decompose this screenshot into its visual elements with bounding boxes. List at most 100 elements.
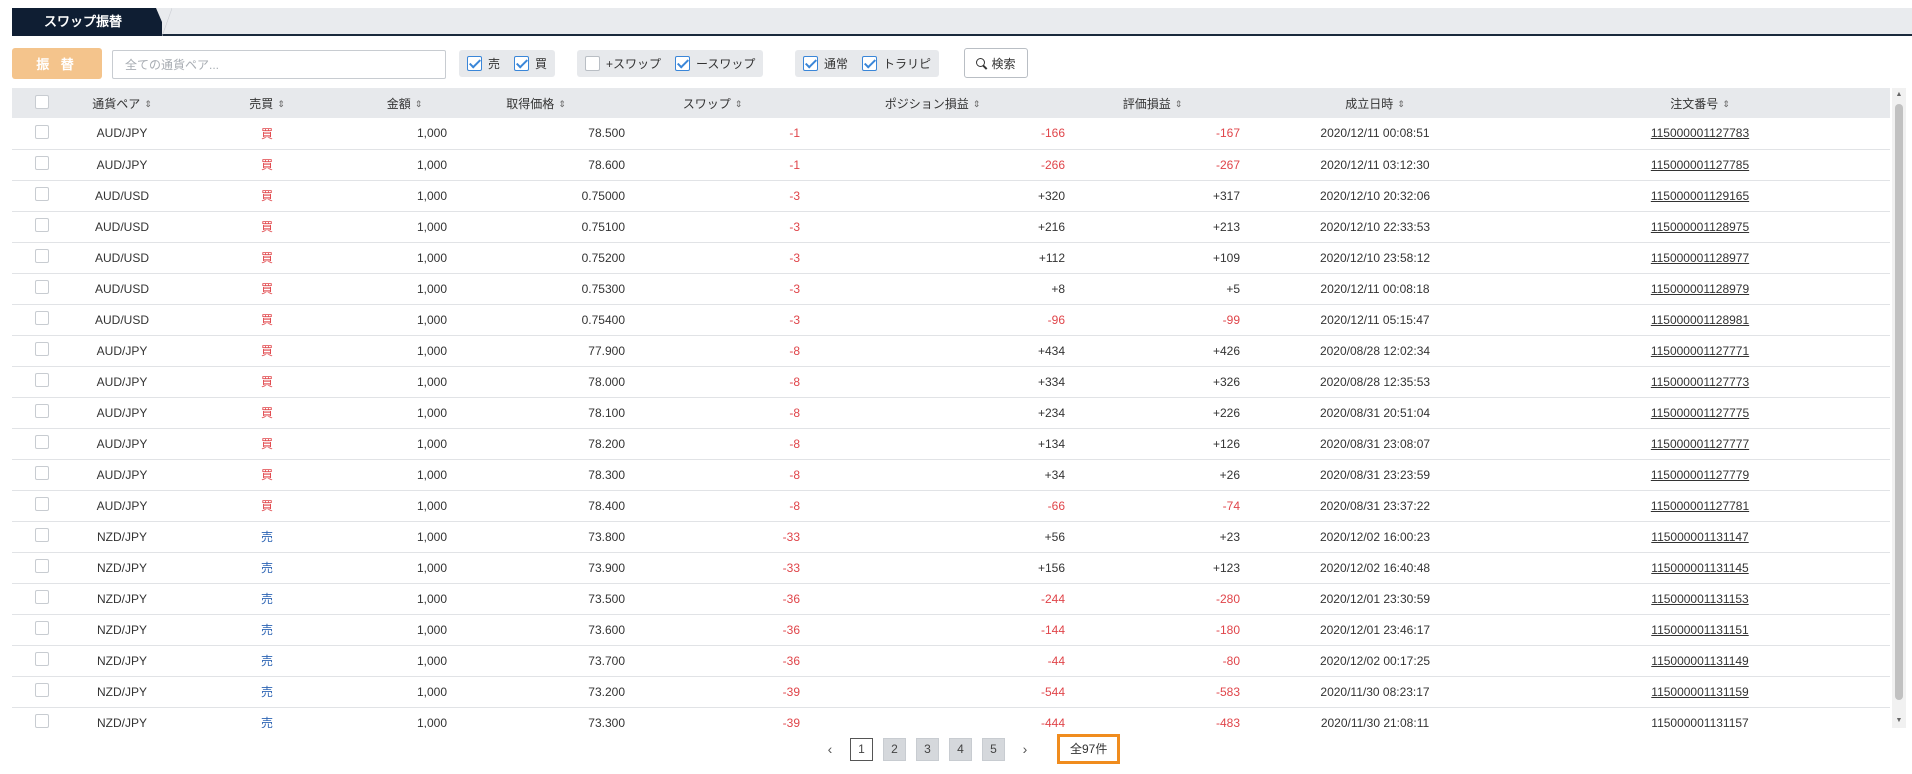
filter-torarepi-checkbox[interactable]: トラリピ bbox=[862, 55, 931, 72]
page-4[interactable]: 4 bbox=[949, 737, 972, 761]
cell-order-value[interactable]: 115000001127785 bbox=[1651, 158, 1749, 172]
table-row[interactable]: NZD/JPY 売 1,000 73.500 -36 -244 -280 2020/12/01… bbox=[12, 583, 1890, 614]
filter-minus-swap-checkbox[interactable]: ースワップ bbox=[675, 55, 755, 72]
cell-order-value[interactable]: 115000001131151 bbox=[1651, 623, 1748, 637]
cell-order-value[interactable]: 115000001127779 bbox=[1651, 468, 1749, 482]
table-row[interactable]: AUD/JPY 買 1,000 78.100 -8 +234 +226 2020/08/31 … bbox=[12, 397, 1890, 428]
cell-order-value[interactable]: 115000001131157 bbox=[1651, 716, 1748, 729]
row-checkbox-cell bbox=[12, 490, 72, 521]
header-pair[interactable]: 通貨ペア ⇕ bbox=[72, 88, 172, 118]
checkbox-icon[interactable] bbox=[585, 56, 600, 71]
tab-swap-transfer[interactable]: スワップ振替 bbox=[12, 8, 162, 36]
row-checkbox[interactable] bbox=[35, 435, 49, 449]
row-checkbox[interactable] bbox=[35, 218, 49, 232]
transfer-button[interactable]: 振 替 bbox=[12, 48, 102, 79]
table-row[interactable]: AUD/JPY 買 1,000 78.500 -1 -166 -167 2020/12/11 … bbox=[12, 118, 1890, 149]
cell-order-value[interactable]: 115000001127773 bbox=[1651, 375, 1749, 389]
row-checkbox[interactable] bbox=[35, 373, 49, 387]
table-row[interactable]: AUD/USD 買 1,000 0.75100 -3 +216 +213 2020/12/10… bbox=[12, 211, 1890, 242]
cell-order-value[interactable]: 115000001131159 bbox=[1651, 685, 1748, 699]
row-checkbox[interactable] bbox=[35, 124, 49, 139]
cell-order-value[interactable]: 115000001128977 bbox=[1651, 251, 1749, 265]
header-date[interactable]: 成立日時 ⇕ bbox=[1240, 88, 1510, 118]
row-checkbox[interactable] bbox=[35, 590, 49, 604]
header-price[interactable]: 取得価格 ⇕ bbox=[447, 88, 625, 118]
page-3[interactable]: 3 bbox=[916, 737, 939, 761]
page-2[interactable]: 2 bbox=[883, 737, 906, 761]
table-row[interactable]: NZD/JPY 売 1,000 73.600 -36 -144 -180 2020/12/01… bbox=[12, 614, 1890, 645]
row-checkbox[interactable] bbox=[35, 156, 49, 170]
row-checkbox[interactable] bbox=[35, 528, 49, 542]
table-row[interactable]: NZD/JPY 売 1,000 73.200 -39 -544 -583 2020/11/30… bbox=[12, 676, 1890, 707]
table-row[interactable]: AUD/USD 買 1,000 0.75400 -3 -96 -99 2020/12/11 0… bbox=[12, 304, 1890, 335]
cell-order-value[interactable]: 115000001131145 bbox=[1651, 561, 1748, 575]
scroll-thumb[interactable] bbox=[1895, 104, 1903, 700]
row-checkbox[interactable] bbox=[35, 466, 49, 480]
header-swap[interactable]: スワップ ⇕ bbox=[625, 88, 800, 118]
table-row[interactable]: AUD/USD 買 1,000 0.75300 -3 +8 +5 2020/12/11 00:… bbox=[12, 273, 1890, 304]
scroll-down-icon[interactable]: ▼ bbox=[1892, 714, 1906, 728]
filter-plus-swap-checkbox[interactable]: +スワップ bbox=[585, 55, 661, 72]
cell-eval-pl: -180 bbox=[1065, 614, 1240, 645]
cell-order-value[interactable]: 115000001131153 bbox=[1651, 592, 1748, 606]
cell-order-value[interactable]: 115000001127775 bbox=[1651, 406, 1749, 420]
table-row[interactable]: AUD/JPY 買 1,000 78.300 -8 +34 +26 2020/08/31 23… bbox=[12, 459, 1890, 490]
row-checkbox[interactable] bbox=[35, 311, 49, 325]
currency-pair-search-input[interactable] bbox=[112, 50, 446, 79]
table-row[interactable]: AUD/JPY 買 1,000 78.600 -1 -266 -267 2020/12/11 … bbox=[12, 149, 1890, 180]
header-side[interactable]: 売買 ⇕ bbox=[172, 88, 362, 118]
table-row[interactable]: NZD/JPY 売 1,000 73.300 -39 -444 -483 2020/11/30… bbox=[12, 707, 1890, 728]
scroll-up-icon[interactable]: ▲ bbox=[1892, 88, 1906, 102]
page-5[interactable]: 5 bbox=[982, 737, 1005, 761]
row-checkbox[interactable] bbox=[35, 652, 49, 666]
row-checkbox[interactable] bbox=[35, 559, 49, 573]
filter-buy-checkbox[interactable]: 買 bbox=[514, 55, 547, 72]
search-button[interactable]: 検索 bbox=[964, 48, 1028, 78]
row-checkbox[interactable] bbox=[35, 404, 49, 418]
row-checkbox[interactable] bbox=[35, 497, 49, 511]
header-amount[interactable]: 金額 ⇕ bbox=[362, 88, 447, 118]
cell-order-value[interactable]: 115000001129165 bbox=[1651, 189, 1749, 203]
header-order[interactable]: 注文番号 ⇕ bbox=[1510, 88, 1890, 118]
row-checkbox[interactable] bbox=[35, 621, 49, 635]
cell-order-value[interactable]: 115000001128975 bbox=[1651, 220, 1749, 234]
table-row[interactable]: AUD/JPY 買 1,000 77.900 -8 +434 +426 2020/08/28 … bbox=[12, 335, 1890, 366]
row-checkbox[interactable] bbox=[35, 187, 49, 201]
cell-order-value[interactable]: 115000001128981 bbox=[1651, 313, 1749, 327]
cell-order-value[interactable]: 115000001127783 bbox=[1651, 126, 1749, 140]
row-checkbox[interactable] bbox=[35, 280, 49, 294]
row-checkbox[interactable] bbox=[35, 714, 49, 728]
cell-order-value[interactable]: 115000001127777 bbox=[1651, 437, 1749, 451]
table-row[interactable]: NZD/JPY 売 1,000 73.900 -33 +156 +123 2020/12/02… bbox=[12, 552, 1890, 583]
cell-order-value[interactable]: 115000001131147 bbox=[1651, 530, 1748, 544]
checkbox-icon[interactable] bbox=[803, 56, 818, 71]
table-row[interactable]: NZD/JPY 売 1,000 73.800 -33 +56 +23 2020/12/02 1… bbox=[12, 521, 1890, 552]
table-row[interactable]: NZD/JPY 売 1,000 73.700 -36 -44 -80 2020/12/02 0… bbox=[12, 645, 1890, 676]
checkbox-icon[interactable] bbox=[514, 56, 530, 71]
cell-order-value[interactable]: 115000001131149 bbox=[1651, 654, 1748, 668]
checkbox-icon[interactable] bbox=[467, 56, 482, 71]
filter-normal-checkbox[interactable]: 通常 bbox=[803, 55, 848, 72]
chevron-left-icon[interactable]: ‹ bbox=[820, 741, 840, 757]
select-all-checkbox[interactable] bbox=[35, 94, 49, 109]
cell-order-value[interactable]: 115000001127781 bbox=[1651, 499, 1749, 513]
cell-eval-pl-value: -267 bbox=[1215, 157, 1240, 172]
table-row[interactable]: AUD/USD 買 1,000 0.75000 -3 +320 +317 2020/12/10… bbox=[12, 180, 1890, 211]
chevron-right-icon[interactable]: › bbox=[1015, 741, 1035, 757]
table-scrollbar[interactable]: ▲ ▼ bbox=[1892, 88, 1906, 728]
table-row[interactable]: AUD/JPY 買 1,000 78.000 -8 +334 +326 2020/08/28 … bbox=[12, 366, 1890, 397]
row-checkbox[interactable] bbox=[35, 342, 49, 356]
checkbox-icon[interactable] bbox=[675, 56, 691, 71]
row-checkbox[interactable] bbox=[35, 683, 49, 697]
filter-sell-checkbox[interactable]: 売 bbox=[467, 55, 500, 72]
cell-order-value[interactable]: 115000001128979 bbox=[1651, 282, 1749, 296]
header-position-pl[interactable]: ポジション損益 ⇕ bbox=[800, 88, 1065, 118]
cell-order-value[interactable]: 115000001127771 bbox=[1651, 344, 1749, 358]
table-row[interactable]: AUD/JPY 買 1,000 78.200 -8 +134 +126 2020/08/31 … bbox=[12, 428, 1890, 459]
table-row[interactable]: AUD/JPY 買 1,000 78.400 -8 -66 -74 2020/08/31 23… bbox=[12, 490, 1890, 521]
page-1[interactable]: 1 bbox=[850, 737, 873, 761]
checkbox-icon[interactable] bbox=[862, 56, 878, 71]
header-eval-pl[interactable]: 評価損益 ⇕ bbox=[1065, 88, 1240, 118]
table-row[interactable]: AUD/USD 買 1,000 0.75200 -3 +112 +109 2020/12/10… bbox=[12, 242, 1890, 273]
row-checkbox[interactable] bbox=[35, 249, 49, 263]
